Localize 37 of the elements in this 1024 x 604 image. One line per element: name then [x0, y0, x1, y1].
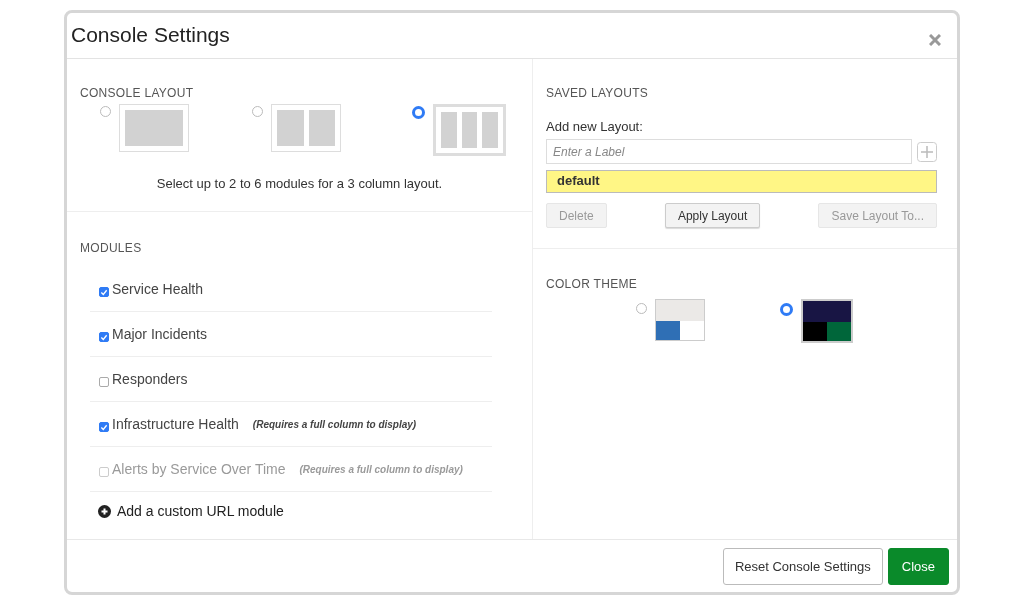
radio-button[interactable] [100, 106, 111, 117]
checkbox[interactable] [99, 422, 109, 432]
label-input-field[interactable]: Enter a Label [546, 139, 912, 164]
radio-button[interactable] [252, 106, 263, 117]
theme-swatch[interactable] [801, 299, 853, 343]
module-label: Service Health [112, 281, 204, 297]
theme-swatch[interactable] [655, 299, 705, 341]
layout-hint: Select up to 2 to 6 modules for a 3 column layout. [155, 176, 444, 191]
window-title: Console Settings [71, 22, 230, 47]
module-label: Major Incidents [112, 326, 207, 342]
section-heading: MODULES [80, 241, 143, 255]
checkbox[interactable] [99, 332, 109, 342]
field-label: Add new Layout: [546, 119, 644, 134]
add-module-link[interactable]: Add a custom URL module [117, 503, 284, 519]
section-heading: SAVED LAYOUTS [546, 86, 650, 100]
layout-thumbnail[interactable] [433, 104, 506, 156]
module-label: Infrastructure Health [112, 416, 239, 432]
module-label: Alerts by Service Over Time [112, 461, 286, 477]
plus-icon[interactable] [917, 141, 937, 162]
close-button[interactable]: Close [887, 547, 949, 585]
module-note: (Requires a full column to display) [252, 418, 417, 430]
layout-button[interactable]: Apply Layout [664, 203, 761, 228]
radio-button[interactable] [636, 303, 647, 314]
section-heading: CONSOLE LAYOUT [80, 86, 195, 100]
reset-button[interactable]: Reset Console Settings [722, 547, 883, 585]
plus-circle-icon[interactable] [98, 504, 111, 518]
module-note: (Requires a full column to display) [299, 463, 463, 475]
radio-button[interactable] [780, 303, 793, 316]
layout-list-item[interactable]: default [546, 170, 937, 193]
layout-thumbnail[interactable] [271, 104, 341, 152]
close-icon[interactable] [929, 33, 941, 46]
checkbox[interactable] [99, 287, 109, 297]
section-heading: COLOR THEME [546, 277, 639, 291]
layout-thumbnail[interactable] [119, 104, 189, 152]
checkbox[interactable] [99, 377, 109, 387]
radio-button[interactable] [412, 106, 425, 119]
module-label: Responders [112, 371, 188, 387]
